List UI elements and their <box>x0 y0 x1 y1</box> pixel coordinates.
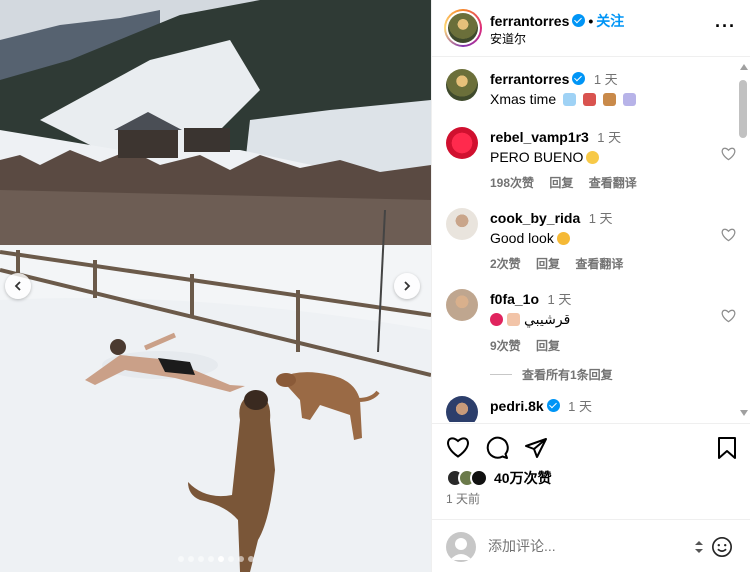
post-header: ferrantorres • 关注 安道尔 ··· <box>432 0 750 57</box>
comment-likes[interactable]: 2次赞 <box>490 257 521 271</box>
caption-time[interactable]: 1 天 <box>594 72 618 87</box>
scroll-thumb[interactable] <box>739 80 747 138</box>
resize-handle-icon[interactable] <box>694 540 704 554</box>
commenter-avatar[interactable] <box>446 289 478 321</box>
carousel-dot <box>197 556 204 562</box>
comment-input[interactable] <box>488 538 688 554</box>
comment-time[interactable]: 1 天 <box>597 130 621 145</box>
comments-scrollbar[interactable] <box>737 62 749 418</box>
author-avatar[interactable] <box>444 9 482 47</box>
comment-username[interactable]: rebel_vamp1r3 <box>490 129 589 145</box>
scroll-down-arrow-icon[interactable] <box>740 410 748 416</box>
heart-icon[interactable] <box>721 147 736 161</box>
commenter-avatar[interactable] <box>446 396 478 422</box>
current-user-avatar <box>446 532 476 562</box>
commenter-avatar[interactable] <box>446 208 478 240</box>
heart-icon[interactable] <box>721 309 736 323</box>
post-photo[interactable] <box>0 0 431 572</box>
carousel-dot <box>187 556 194 562</box>
verified-icon <box>572 72 586 85</box>
reindeer-icon <box>602 93 616 106</box>
heart-hands-icon <box>507 313 520 326</box>
post-location[interactable]: 安道尔 <box>490 30 526 47</box>
translate-button[interactable]: 查看翻译 <box>575 257 623 271</box>
scroll-up-arrow-icon[interactable] <box>740 64 748 70</box>
emoji-icon[interactable] <box>711 536 733 558</box>
separator-dot: • <box>588 13 594 29</box>
author-username[interactable]: ferrantorres <box>490 13 569 29</box>
comment-time[interactable]: 1 天 <box>568 399 592 414</box>
chevron-left-icon <box>14 281 21 291</box>
comment-username[interactable]: f0fa_1o <box>490 291 539 307</box>
heart-eyes-icon <box>586 151 600 164</box>
post-side-panel: ferrantorres • 关注 安道尔 ··· ferrantorres 1 天… <box>431 0 750 572</box>
carousel-dot <box>217 556 224 562</box>
comment-likes[interactable]: 9次赞 <box>490 339 521 353</box>
sled-icon <box>582 93 596 106</box>
comment-time[interactable]: 1 天 <box>547 292 571 307</box>
heart-icon[interactable] <box>446 436 470 458</box>
snow-scene-image <box>0 0 431 572</box>
snowflake-icon <box>563 93 577 106</box>
liker-avatar <box>470 469 488 487</box>
comment-time[interactable]: 1 天 <box>589 211 613 226</box>
reply-button[interactable]: 回复 <box>549 176 573 190</box>
carousel-dot <box>177 556 184 562</box>
reply-button[interactable]: 回复 <box>536 339 560 353</box>
carousel-dot <box>247 556 254 562</box>
reply-button[interactable]: 回复 <box>536 257 560 271</box>
share-icon[interactable] <box>524 436 548 460</box>
comment-likes[interactable]: 198次赞 <box>490 176 534 190</box>
comment-composer <box>432 519 750 572</box>
carousel-dot <box>207 556 214 562</box>
comment-username[interactable]: cook_by_rida <box>490 210 580 226</box>
comment-text: قرشيبي <box>524 311 571 327</box>
carousel-dots <box>0 556 431 562</box>
carousel-dot <box>237 556 244 562</box>
verified-icon <box>546 399 560 412</box>
likes-summary[interactable]: 40万次赞 <box>446 468 552 488</box>
comment-username[interactable]: pedri.8k <box>490 398 544 414</box>
carousel-next-button[interactable] <box>394 273 420 299</box>
carousel-dot <box>227 556 234 562</box>
follow-button[interactable]: 关注 <box>596 13 624 29</box>
bookmark-icon[interactable] <box>717 436 737 460</box>
translate-button[interactable]: 查看翻译 <box>589 176 637 190</box>
comment-text: Good look <box>490 230 554 246</box>
verified-icon <box>572 14 586 27</box>
more-options-button[interactable]: ··· <box>715 16 736 37</box>
heart-icon[interactable] <box>721 228 736 242</box>
caption-text: Xmas time <box>490 91 557 107</box>
likes-count[interactable]: 40万次赞 <box>494 468 552 488</box>
heart-icon <box>490 313 503 326</box>
view-replies-button[interactable]: 查看所有1条回复 <box>490 366 613 383</box>
comments-list[interactable]: ferrantorres 1 天 Xmas time rebel_vamp1r3… <box>432 58 750 422</box>
snowman-icon <box>622 93 636 106</box>
caption-username[interactable]: ferrantorres <box>490 71 569 87</box>
chevron-right-icon <box>404 281 411 291</box>
author-avatar-small[interactable] <box>446 69 478 101</box>
clap-icon <box>556 232 570 245</box>
post-timestamp[interactable]: 1 天前 <box>446 490 480 507</box>
commenter-avatar[interactable] <box>446 127 478 159</box>
comment-icon[interactable] <box>485 436 509 460</box>
comment-text: PERO BUENO <box>490 149 584 165</box>
carousel-prev-button[interactable] <box>5 273 31 299</box>
